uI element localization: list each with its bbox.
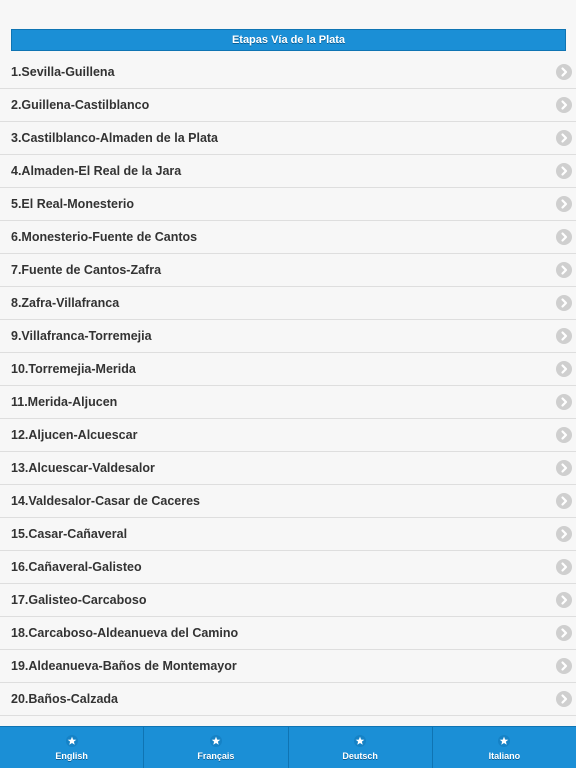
stage-label: 20.Baños-Calzada [11,692,118,706]
chevron-right-circle-icon [556,691,572,707]
stage-label: 12.Aljucen-Alcuescar [11,428,138,442]
chevron-right-circle-icon [556,460,572,476]
chevron-right-circle-icon [556,493,572,509]
chevron-right-circle-icon [556,625,572,641]
stage-list-item[interactable]: 12.Aljucen-Alcuescar [0,419,576,452]
stage-label: 4.Almaden-El Real de la Jara [11,164,182,178]
chevron-right-circle-icon [556,394,572,410]
star-icon [65,734,78,747]
chevron-right-circle-icon [556,658,572,674]
chevron-right-circle-icon [556,130,572,146]
stage-label: 11.Merida-Aljucen [11,395,118,409]
stage-list-item[interactable]: 11.Merida-Aljucen [0,386,576,419]
stage-list-item[interactable]: 17.Galisteo-Carcaboso [0,584,576,617]
chevron-right-circle-icon [556,592,572,608]
tab-francais[interactable]: Français [143,727,287,768]
chevron-right-circle-icon [556,526,572,542]
stage-list-item[interactable]: 18.Carcaboso-Aldeanueva del Camino [0,617,576,650]
stage-list[interactable]: 1.Sevilla-Guillena 2.Guillena-Castilblanc… [0,56,576,726]
stage-list-item[interactable]: 1.Sevilla-Guillena [0,56,576,89]
stage-list-item[interactable]: 6.Monesterio-Fuente de Cantos [0,221,576,254]
stage-list-item[interactable]: 8.Zafra-Villafranca [0,287,576,320]
stage-label: 17.Galisteo-Carcaboso [11,593,147,607]
stage-label: 6.Monesterio-Fuente de Cantos [11,230,198,244]
stage-label: 7.Fuente de Cantos-Zafra [11,263,162,277]
stage-list-item[interactable]: 19.Aldeanueva-Baños de Montemayor [0,650,576,683]
stage-label: 19.Aldeanueva-Baños de Montemayor [11,659,237,673]
stage-label: 9.Villafranca-Torremejia [11,329,152,343]
stage-list-item[interactable]: 10.Torremejia-Merida [0,353,576,386]
language-tabbar: English Français Deutsch Italiano [0,726,576,768]
chevron-right-circle-icon [556,163,572,179]
stage-label: 8.Zafra-Villafranca [11,296,120,310]
stage-list-item[interactable]: 15.Casar-Cañaveral [0,518,576,551]
page-title: Etapas Vía de la Plata [11,29,566,51]
stage-label: 3.Castilblanco-Almaden de la Plata [11,131,219,145]
chevron-right-circle-icon [556,559,572,575]
stage-label: 5.El Real-Monesterio [11,197,134,211]
stage-label: 16.Cañaveral-Galisteo [11,560,142,574]
stage-list-item[interactable]: 4.Almaden-El Real de la Jara [0,155,576,188]
stage-list-item[interactable]: 16.Cañaveral-Galisteo [0,551,576,584]
stage-list-item[interactable]: 7.Fuente de Cantos-Zafra [0,254,576,287]
chevron-right-circle-icon [556,328,572,344]
stage-list-item[interactable]: 5.El Real-Monesterio [0,188,576,221]
chevron-right-circle-icon [556,361,572,377]
stage-label: 1.Sevilla-Guillena [11,65,115,79]
chevron-right-circle-icon [556,427,572,443]
chevron-right-circle-icon [556,229,572,245]
tab-label: Deutsch [342,751,378,761]
star-icon [498,734,511,747]
stage-label: 14.Valdesalor-Casar de Caceres [11,494,201,508]
stage-label: 13.Alcuescar-Valdesalor [11,461,155,475]
stage-list-item[interactable]: 14.Valdesalor-Casar de Caceres [0,485,576,518]
tab-italiano[interactable]: Italiano [431,727,576,768]
stage-list-item[interactable]: 9.Villafranca-Torremejia [0,320,576,353]
stage-label: 15.Casar-Cañaveral [11,527,128,541]
stage-list-item[interactable]: 20.Baños-Calzada [0,683,576,716]
tab-label: Italiano [488,751,521,761]
stage-list-item[interactable]: 3.Castilblanco-Almaden de la Plata [0,122,576,155]
tab-english[interactable]: English [0,727,143,768]
tab-label: English [55,751,88,761]
stage-list-item[interactable]: 13.Alcuescar-Valdesalor [0,452,576,485]
stage-label: 18.Carcaboso-Aldeanueva del Camino [11,626,239,640]
stage-label: 2.Guillena-Castilblanco [11,98,150,112]
star-icon [354,734,367,747]
chevron-right-circle-icon [556,196,572,212]
chevron-right-circle-icon [556,64,572,80]
stage-list-item[interactable]: 2.Guillena-Castilblanco [0,89,576,122]
star-icon [209,734,222,747]
tab-label: Français [197,751,235,761]
app-page: Etapas Vía de la Plata 1.Sevilla-Guillen… [0,0,576,768]
tab-deutsch[interactable]: Deutsch [287,727,432,768]
chevron-right-circle-icon [556,97,572,113]
chevron-right-circle-icon [556,295,572,311]
stage-label: 10.Torremejia-Merida [11,362,136,376]
chevron-right-circle-icon [556,262,572,278]
